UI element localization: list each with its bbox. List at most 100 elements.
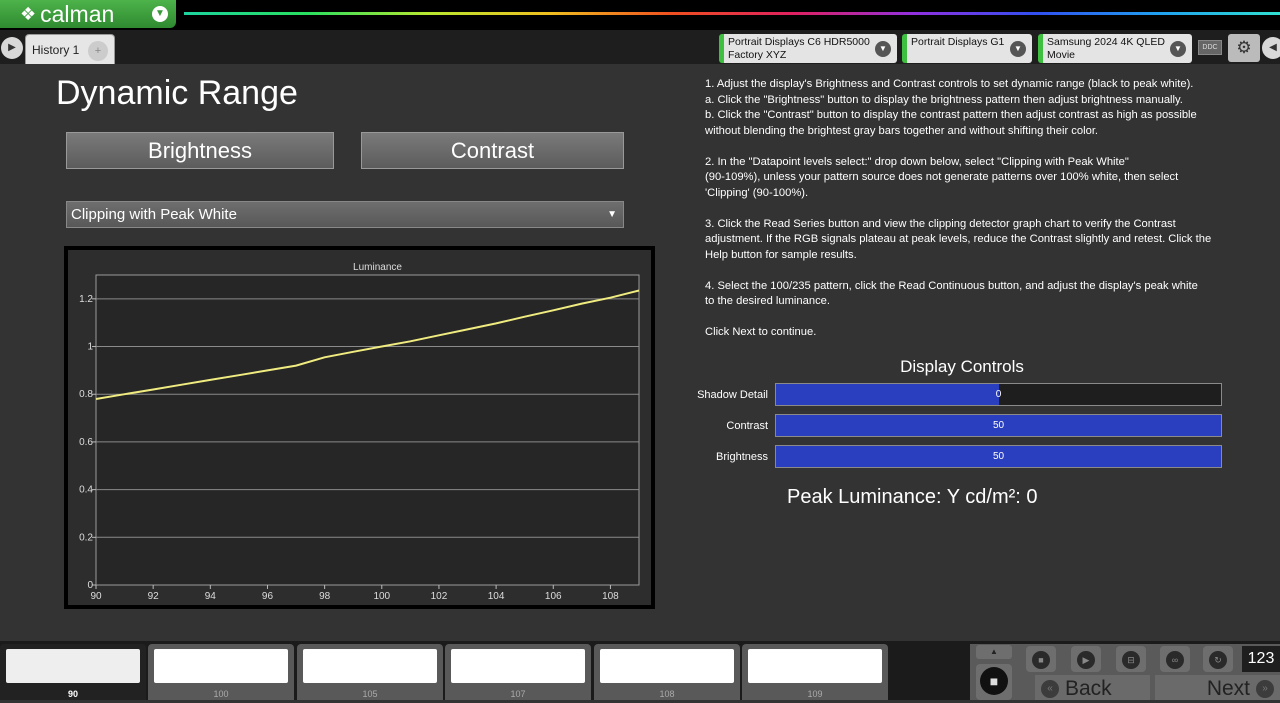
next-button[interactable]: Next »: [1155, 675, 1280, 700]
shadow-detail-slider[interactable]: 0: [775, 383, 1222, 406]
y-tick-label: 0.8: [79, 389, 93, 400]
swatch-107[interactable]: 107: [445, 644, 591, 700]
y-tick-label: 1: [87, 342, 93, 353]
read-pattern-button[interactable]: ⊟: [1116, 646, 1146, 672]
page-title: Dynamic Range: [56, 74, 298, 112]
y-tick-label: 0.6: [79, 437, 93, 448]
instruction-paragraph: 4. Select the 100/235 pattern, click the…: [705, 279, 1275, 310]
swatch-109[interactable]: 109: [742, 644, 888, 700]
swatch-label: 109: [807, 689, 823, 699]
instruction-line: b. Click the "Contrast" button to displa…: [705, 109, 1197, 121]
instruction-line: 3. Click the Read Series button and view…: [705, 217, 1176, 230]
expand-panel-icon[interactable]: ▶: [1, 37, 23, 59]
x-tick-label: 104: [488, 591, 505, 602]
instruction-line: 1. Adjust the display's Brightness and C…: [705, 78, 1194, 90]
add-tab-icon[interactable]: +: [88, 41, 108, 61]
read-series-button[interactable]: ▶: [1071, 646, 1101, 672]
device-name: Portrait Displays C6 HDR5000: [728, 36, 870, 48]
datapoint-levels-select[interactable]: Clipping with Peak White ▼: [66, 201, 624, 228]
x-tick-label: 102: [431, 591, 448, 602]
instruction-line: 4. Select the 100/235 pattern, click the…: [705, 279, 1198, 292]
contrast-button[interactable]: Contrast: [361, 132, 624, 169]
swatch-105[interactable]: 105: [297, 644, 443, 700]
y-tick-label: 0: [87, 580, 93, 591]
swatch-preview: [154, 649, 288, 683]
swatch-label: 90: [67, 689, 78, 699]
peak-luminance-readout: Peak Luminance: Y cd/m²: 0: [787, 486, 1038, 508]
brightness-slider[interactable]: 50: [775, 445, 1222, 468]
frame-icon: ⊟: [1122, 651, 1140, 669]
tab-history-1[interactable]: History 1 +: [25, 34, 115, 64]
display-selector[interactable]: Samsung 2024 4K QLED Movie ▼: [1038, 34, 1192, 63]
swatch-108[interactable]: 108: [594, 644, 740, 700]
brightness-label: Brightness: [716, 451, 768, 463]
double-chevron-left-icon: «: [1041, 680, 1059, 699]
chevron-up-icon[interactable]: ▲: [976, 645, 1012, 659]
instruction-line: adjustment. If the RGB signals plateau a…: [705, 233, 1212, 245]
counter-display: 123: [1242, 646, 1280, 672]
calman-logo[interactable]: ❖ calman ▼: [0, 0, 176, 28]
chart-title: Luminance: [353, 262, 402, 273]
swatch-preview: [6, 649, 140, 683]
device-name: Samsung 2024 4K QLED: [1047, 36, 1165, 48]
brightness-button[interactable]: Brightness: [66, 132, 334, 169]
stop-big-button[interactable]: ■: [976, 664, 1012, 700]
next-label: Next: [1206, 677, 1250, 700]
swatch-label: 107: [510, 689, 526, 699]
calman-logo-icon: ❖: [20, 3, 37, 24]
meter-device-selector[interactable]: Portrait Displays C6 HDR5000 Factory XYZ…: [719, 34, 897, 63]
rainbow-divider: [184, 12, 1280, 15]
instruction-line: 'Clipping' (90-100%).: [705, 186, 809, 199]
swatch-90[interactable]: 90: [0, 644, 146, 700]
slider-value: 0: [995, 389, 1002, 400]
swatch-label: 105: [362, 689, 378, 699]
instruction-paragraph: 2. In the "Datapoint levels select:" dro…: [705, 155, 1275, 202]
instruction-line: Help button for sample results.: [705, 248, 857, 261]
swatch-label: 100: [213, 689, 229, 699]
x-tick-label: 90: [90, 591, 102, 602]
instruction-paragraph: 3. Click the Read Series button and view…: [705, 217, 1275, 264]
contrast-slider[interactable]: 50: [775, 414, 1222, 437]
x-tick-label: 92: [148, 591, 160, 602]
stop-button[interactable]: ■: [1026, 646, 1056, 672]
chevron-down-icon: ▼: [1010, 41, 1026, 57]
y-tick-label: 0.4: [79, 485, 93, 496]
luminance-chart-panel: 0 0.2 0.4 0.6 0.8 1 1.2 90 92 94 96 98 100 102 104 106 1…: [64, 246, 655, 609]
stop-icon: ■: [1032, 651, 1050, 669]
x-tick-label: 96: [262, 591, 274, 602]
y-tick-label: 0.2: [79, 532, 93, 543]
pattern-source-selector[interactable]: Portrait Displays G1 ▼: [902, 34, 1032, 63]
double-chevron-right-icon: »: [1256, 680, 1274, 699]
swatch-preview: [748, 649, 882, 683]
select-value: Clipping with Peak White: [71, 206, 237, 223]
play-icon: ▶: [1077, 651, 1095, 669]
x-tick-label: 108: [602, 591, 619, 602]
slider-value: 50: [992, 451, 1005, 462]
swatch-label: 108: [659, 689, 675, 699]
instruction-line: (90-109%), unless your pattern source do…: [705, 171, 1179, 183]
back-label: Back: [1065, 677, 1112, 700]
logo-menu-chevron-icon[interactable]: ▼: [152, 6, 168, 22]
gear-icon[interactable]: ⚙: [1228, 34, 1260, 62]
instructions-text: 1. Adjust the display's Brightness and C…: [705, 77, 1275, 356]
y-tick-label: 1.2: [79, 294, 93, 305]
ddc-icon[interactable]: DDC: [1198, 40, 1222, 55]
instruction-line: a. Click the "Brightness" button to disp…: [705, 93, 1183, 106]
instruction-line: Click Next to continue.: [705, 326, 817, 338]
read-continuous-button[interactable]: ∞: [1160, 646, 1190, 672]
back-button[interactable]: « Back: [1035, 675, 1150, 700]
x-tick-label: 100: [373, 591, 390, 602]
tab-label: History 1: [32, 43, 80, 57]
shadow-detail-label: Shadow Detail: [697, 389, 768, 401]
swatch-100[interactable]: 100: [148, 644, 294, 700]
stop-icon: ■: [980, 667, 1008, 695]
collapse-panel-icon[interactable]: ◀: [1262, 37, 1280, 59]
device-mode: Factory XYZ: [728, 49, 787, 61]
refresh-icon: ↻: [1209, 651, 1227, 669]
infinity-icon: ∞: [1166, 651, 1184, 669]
swatch-preview: [600, 649, 734, 683]
top-bar: ❖ calman ▼: [0, 0, 1280, 30]
x-tick-label: 94: [205, 591, 217, 602]
refresh-button[interactable]: ↻: [1203, 646, 1233, 672]
x-tick-label: 106: [545, 591, 562, 602]
